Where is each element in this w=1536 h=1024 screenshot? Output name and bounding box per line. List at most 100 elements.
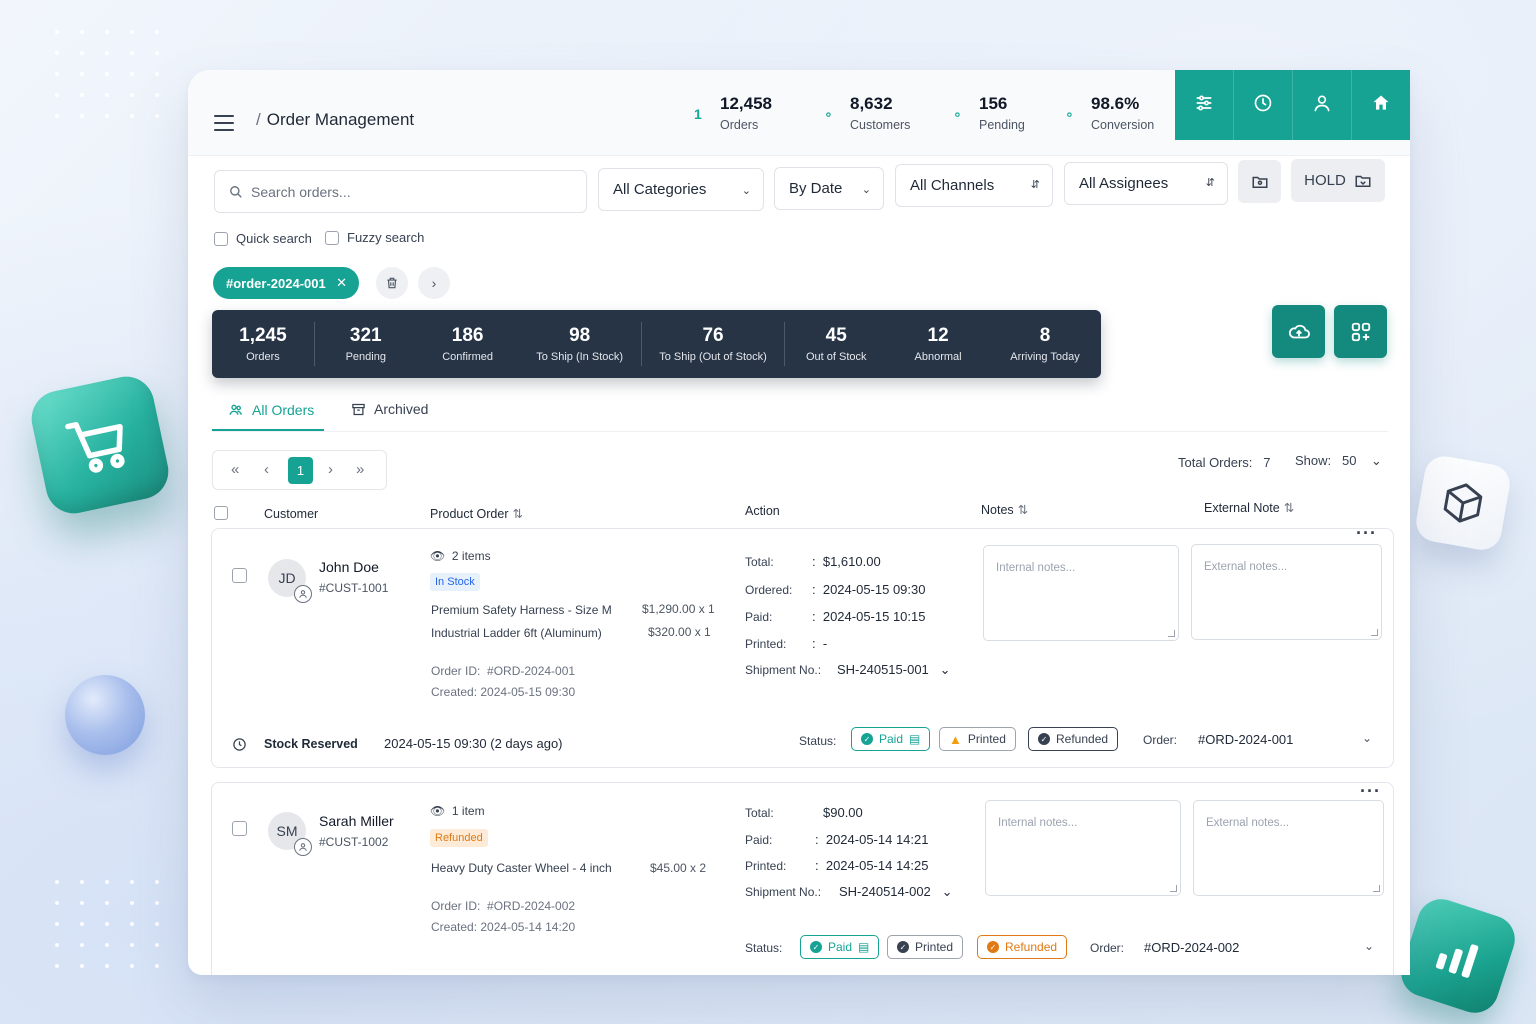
more-icon[interactable]: ··· [1356, 523, 1377, 544]
eye-icon: 👁︎ [430, 549, 446, 563]
ordered-label: Ordered: [745, 583, 793, 597]
quick-search-box[interactable] [214, 231, 228, 246]
status-refunded-badge[interactable]: ✓ Refunded [977, 935, 1068, 959]
order-ref[interactable]: #ORD-2024-001 [1198, 732, 1293, 747]
footer-time: 2024-05-15 09:30 (2 days ago) [384, 736, 563, 751]
summary-to-ship-in-stock[interactable]: 98 To Ship (In Stock) [519, 310, 641, 378]
product-price: $1,290.00 x 1 [642, 602, 715, 616]
paid-value: : 2024-05-15 10:15 [812, 609, 926, 624]
total-orders: Total Orders: 7 [1178, 455, 1271, 470]
summary-confirmed[interactable]: 186 Confirmed [417, 310, 519, 378]
order-id: Order ID: #ORD-2024-001 [431, 664, 576, 678]
header-bar: / Order Management 1 12,458 Orders ∘ 8,63… [188, 70, 1410, 156]
current-page[interactable]: 1 [288, 457, 313, 484]
external-notes-field[interactable]: External notes... [1193, 800, 1384, 896]
clock-icon[interactable] [1234, 70, 1293, 140]
active-filter-tag[interactable]: #order-2024-001 ✕ [213, 267, 359, 299]
search-input[interactable]: Search orders... [214, 170, 587, 213]
trash-button[interactable] [376, 267, 408, 299]
internal-notes-field[interactable]: Internal notes... [985, 800, 1181, 896]
search-icon [230, 186, 242, 198]
summary-to-ship-out-of-stock[interactable]: 76 To Ship (Out of Stock) [642, 310, 785, 378]
shipment-label: Shipment No.: [745, 663, 822, 677]
items-count[interactable]: 👁︎ 2 items [430, 549, 491, 563]
quick-search-checkbox[interactable]: Quick search [214, 231, 312, 246]
hold-button[interactable]: HOLD [1291, 159, 1385, 202]
external-notes-field[interactable]: External notes... [1191, 544, 1382, 640]
stock-badge: In Stock [430, 573, 480, 591]
summary-pending[interactable]: 321 Pending [315, 310, 417, 378]
col-external-note[interactable]: External Note ⇅ [1204, 500, 1294, 515]
chart-3d-icon [1394, 892, 1522, 1020]
stock-badge: Refunded [430, 829, 488, 847]
folder-button[interactable] [1238, 160, 1281, 203]
status-paid-badge[interactable]: ✓ Paid ▤ [851, 727, 931, 751]
check-icon: ✓ [810, 941, 822, 953]
show-select[interactable]: Show: 50 ⌄ [1295, 453, 1382, 469]
menu-icon[interactable] [214, 115, 234, 136]
categories-select[interactable]: All Categories ⌄ [598, 168, 764, 211]
user-icon[interactable] [1293, 70, 1352, 140]
last-page-icon[interactable]: » [356, 461, 364, 478]
status-paid-badge[interactable]: ✓ Paid ▤ [800, 935, 880, 959]
expand-chevron-icon[interactable]: ⌄ [1364, 939, 1374, 953]
status-printed-badge[interactable]: ▲ Printed [939, 727, 1016, 751]
summary-arriving-today[interactable]: 8 Arriving Today [989, 310, 1101, 378]
status-refunded-badge[interactable]: ✓ Refunded [1028, 727, 1119, 751]
sort-icon[interactable]: ⇅ [513, 507, 523, 521]
status-printed-badge[interactable]: ✓ Printed [887, 935, 964, 959]
col-notes[interactable]: Notes ⇅ [981, 502, 1028, 517]
chevron-right-icon: › [431, 275, 437, 291]
prev-page-icon[interactable]: ‹ [264, 461, 269, 478]
select-all-checkbox[interactable] [214, 506, 228, 520]
paid-label: Paid: [745, 610, 773, 624]
user-badge-icon [294, 838, 312, 856]
shipment-select[interactable]: SH-240515-001 ⌄ [837, 662, 951, 678]
total-value: $90.00 [823, 805, 863, 820]
total-label: Total: [745, 806, 774, 820]
tab-all-orders[interactable]: All Orders [228, 402, 314, 418]
first-page-icon[interactable]: « [231, 461, 239, 478]
summary-orders[interactable]: 1,245 Orders [212, 310, 314, 378]
summary-out-of-stock[interactable]: 45 Out of Stock [785, 310, 887, 378]
fuzzy-search-checkbox[interactable]: Fuzzy search [325, 230, 424, 245]
internal-notes-field[interactable]: Internal notes... [983, 545, 1179, 641]
next-page-icon[interactable]: › [328, 461, 333, 478]
more-icon[interactable]: ··· [1360, 781, 1381, 802]
home-icon[interactable] [1352, 70, 1410, 140]
sliders-icon[interactable] [1175, 70, 1234, 140]
customers-icon: ∘ [824, 106, 833, 122]
next-button[interactable]: › [418, 267, 450, 299]
paid-value: : 2024-05-14 14:21 [815, 832, 929, 847]
created-date: Created: 2024-05-15 09:30 [431, 685, 576, 699]
order-checkbox[interactable] [232, 568, 247, 583]
order-checkbox[interactable] [232, 821, 247, 836]
summary-abnormal[interactable]: 12 Abnormal [887, 310, 989, 378]
chevron-down-icon: ⌄ [1370, 453, 1382, 468]
product-name: Heavy Duty Caster Wheel - 4 inch [431, 861, 612, 875]
items-count[interactable]: 👁︎ 1 item [430, 804, 485, 818]
sort-icon[interactable]: ⇅ [1284, 501, 1294, 515]
check-icon: ✓ [861, 733, 873, 745]
customer-name[interactable]: Sarah Miller [319, 813, 394, 829]
channels-select[interactable]: All Channels ⇵ [895, 164, 1053, 207]
order-ref[interactable]: #ORD-2024-002 [1144, 940, 1239, 955]
apps-button[interactable] [1334, 305, 1387, 358]
cloud-upload-button[interactable] [1272, 305, 1325, 358]
assignees-select[interactable]: All Assignees ⇵ [1064, 162, 1228, 205]
folder-icon [1355, 175, 1371, 187]
close-icon[interactable]: ✕ [336, 275, 347, 291]
expand-chevron-icon[interactable]: ⌄ [1362, 731, 1372, 745]
fuzzy-search-box[interactable] [325, 230, 339, 245]
date-select[interactable]: By Date ⌄ [774, 167, 884, 210]
col-product-order[interactable]: Product Order ⇅ [430, 506, 523, 521]
product-price: $320.00 x 1 [648, 625, 711, 639]
tab-archived[interactable]: Archived [351, 401, 428, 417]
page-title: Order Management [266, 110, 415, 129]
summary-bar: 1,245 Orders 321 Pending 186 Confirmed 98 To… [212, 310, 1101, 378]
sort-icon[interactable]: ⇅ [1018, 503, 1028, 517]
order-card: SM Sarah Miller #CUST-1002 👁︎ 1 item Ref… [211, 781, 1394, 975]
shipment-select[interactable]: SH-240514-002 ⌄ [839, 884, 953, 900]
printed-value: : - [812, 636, 828, 651]
customer-name[interactable]: John Doe [319, 559, 379, 575]
